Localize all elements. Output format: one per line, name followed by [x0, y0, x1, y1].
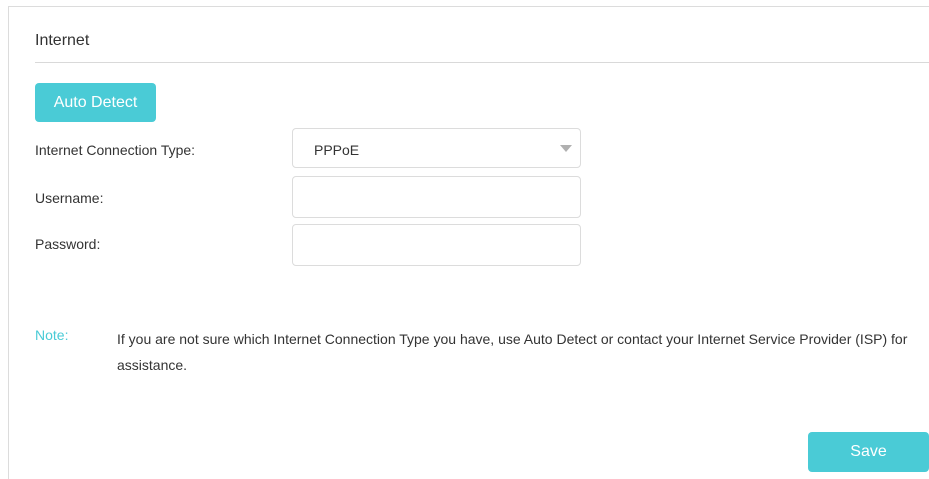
connection-type-value: PPPoE [314, 142, 360, 158]
connection-type-select[interactable]: PPPoE [292, 128, 581, 168]
save-button[interactable]: Save [808, 432, 929, 472]
note-label: Note: [35, 327, 69, 343]
chevron-down-icon [560, 145, 572, 152]
connection-type-label: Internet Connection Type: [35, 142, 196, 158]
auto-detect-button[interactable]: Auto Detect [35, 83, 156, 122]
section-title: Internet [35, 32, 90, 49]
note-text: If you are not sure which Internet Conne… [117, 331, 908, 373]
username-label: Username: [35, 190, 104, 206]
password-label: Password: [35, 236, 101, 252]
title-divider [35, 62, 929, 63]
password-input[interactable] [292, 224, 581, 266]
username-input[interactable] [292, 176, 581, 218]
